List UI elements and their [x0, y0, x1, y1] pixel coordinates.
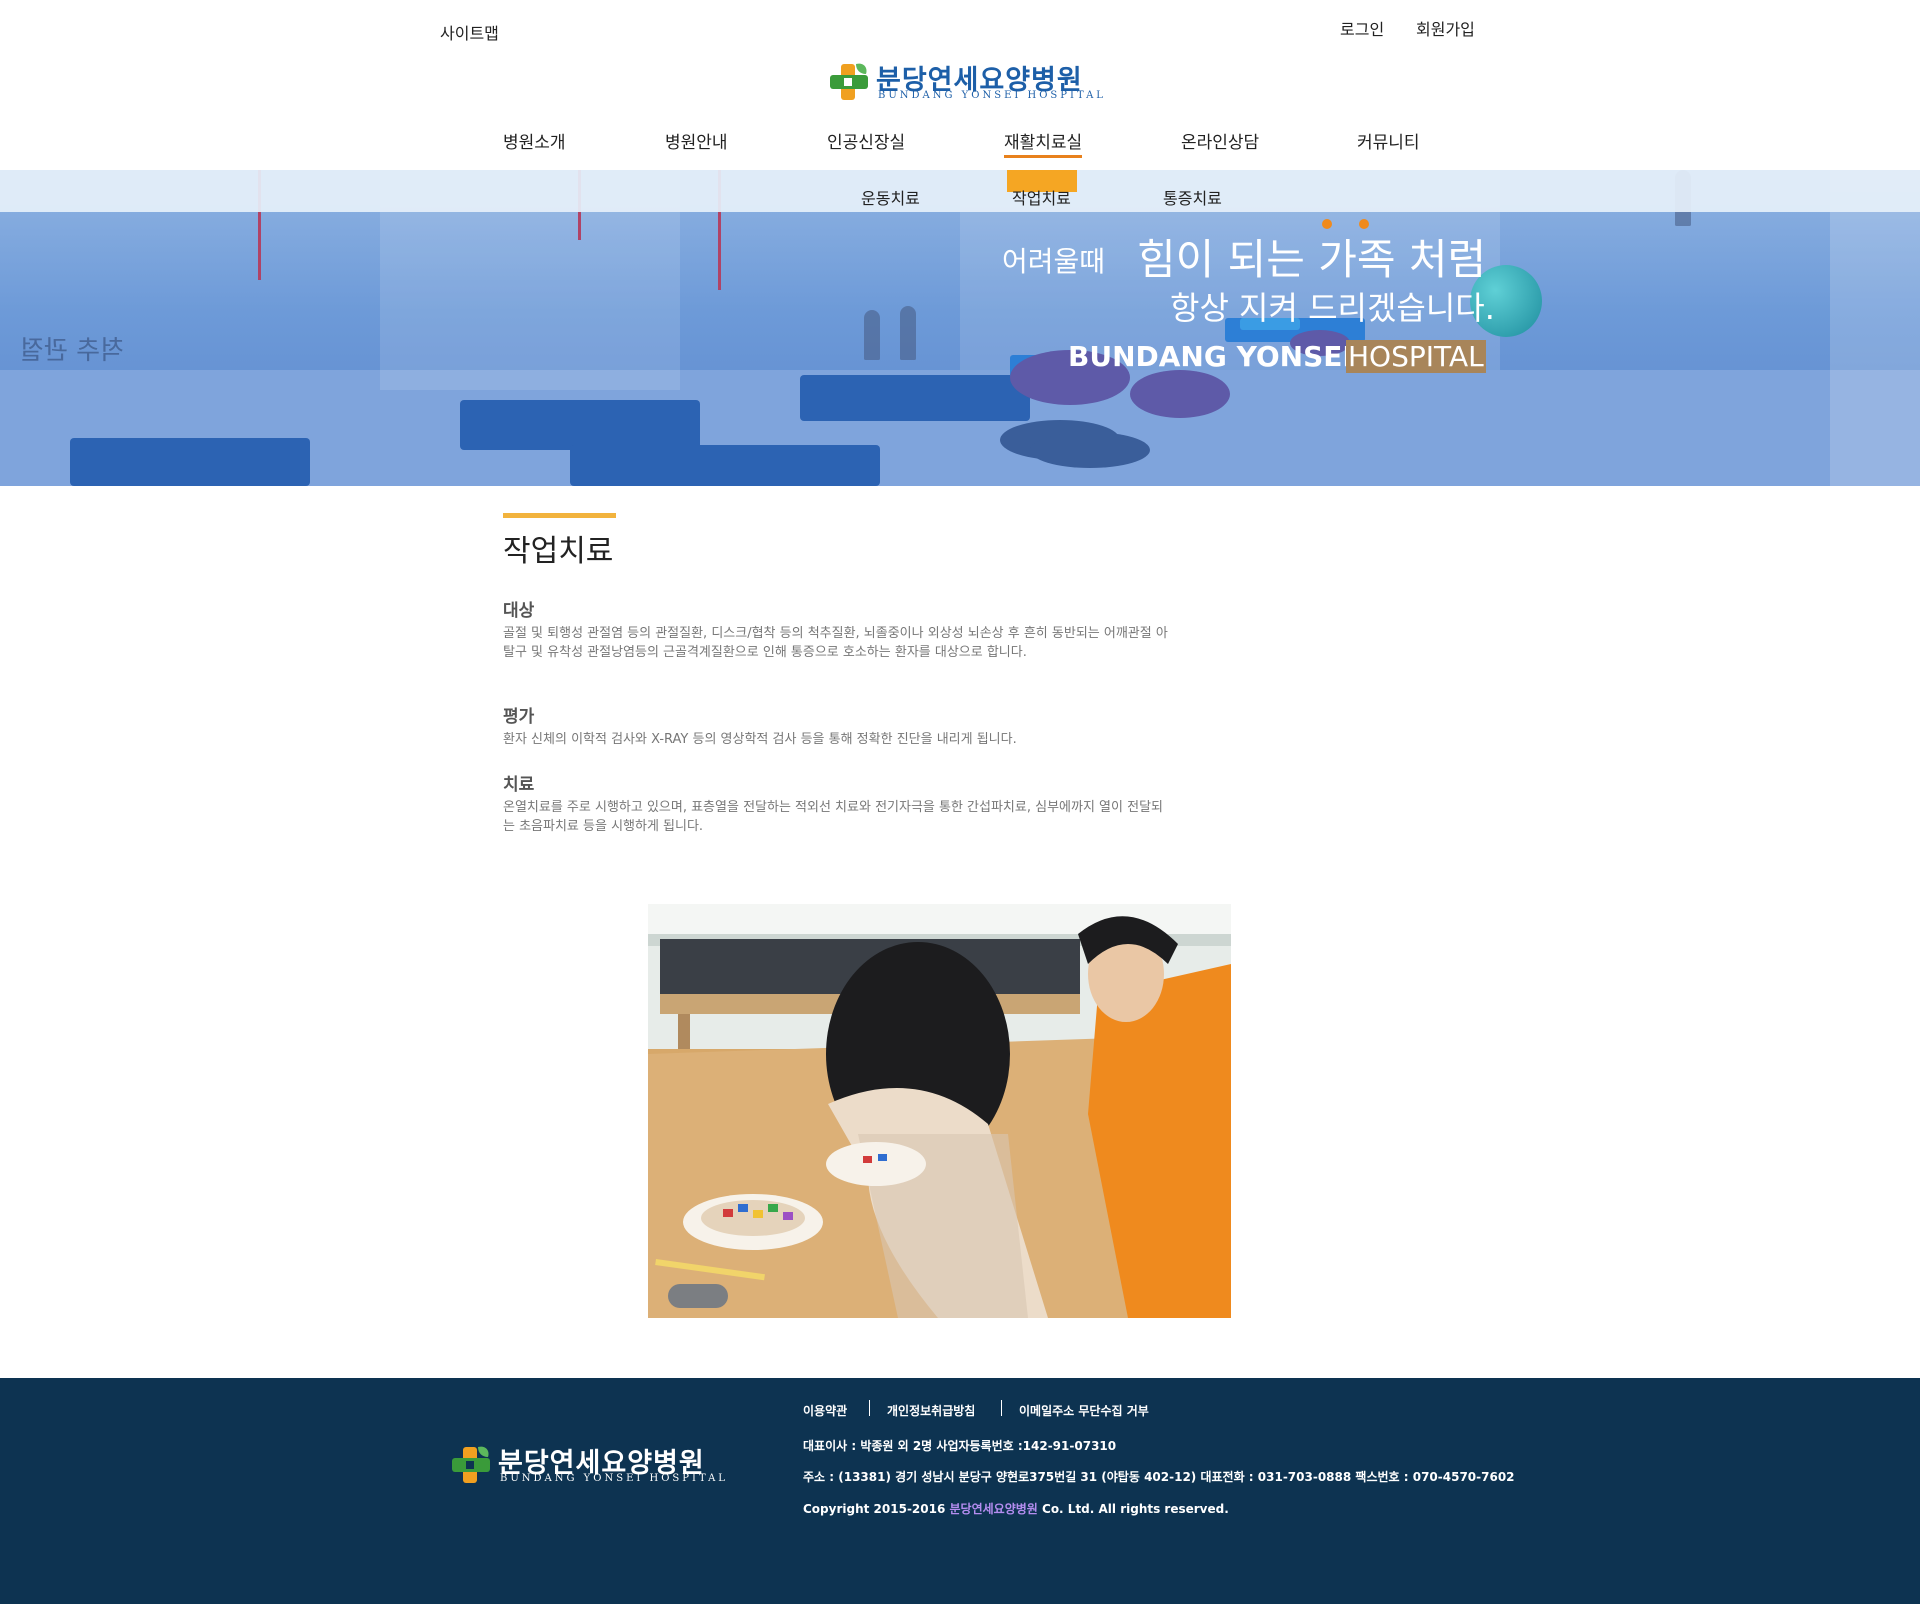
nav-item-about[interactable]: 병원소개 — [503, 128, 566, 153]
copyright-hospital-name: 분당연세요양병원 — [949, 1502, 1038, 1516]
footer-logo-cross-icon — [452, 1446, 490, 1483]
hero-banner: 척추 관절 — [0, 170, 1920, 486]
page-title: 작업치료 — [503, 534, 614, 569]
footer-link-terms[interactable]: 이용약관 — [803, 1402, 847, 1419]
banner-slogan-line2: 항상 지켜 드리겠습니다. — [1170, 289, 1495, 327]
copyright-suffix: Co. Ltd. All rights reserved. — [1037, 1502, 1229, 1516]
logo-cross-icon — [830, 63, 868, 100]
slogan-accent-dot — [1322, 219, 1332, 229]
logo-name-en: BUNDANG YONSEI HOSPITAL — [878, 90, 1106, 101]
footer-copyright: Copyright 2015-2016 분당연세요양병원 Co. Ltd. Al… — [803, 1500, 1229, 1517]
footer-link-email-refusal[interactable]: 이메일주소 무단수집 거부 — [1019, 1402, 1149, 1419]
footer-link-divider — [869, 1400, 870, 1416]
section-heading-target: 대상 — [503, 601, 535, 621]
banner-hospital-name-bold: BUNDANG YONSEI — [1068, 340, 1353, 373]
nav-item-dialysis[interactable]: 인공신장실 — [827, 128, 905, 153]
banner-hospital-name-light: HOSPITAL — [1346, 340, 1486, 373]
footer-logo[interactable]: 분당연세요양병원 BUNDANG YONSEI HOSPITAL — [450, 1441, 725, 1487]
section-heading-evaluation: 평가 — [503, 707, 535, 727]
footer-logo-name-en: BUNDANG YONSEI HOSPITAL — [500, 1473, 728, 1484]
section-text-treatment: 온열치료를 주로 시행하고 있으며, 표층열을 전달하는 적외선 치료와 전기자… — [503, 800, 1163, 834]
signup-link[interactable]: 회원가입 — [1416, 16, 1475, 40]
login-link[interactable]: 로그인 — [1340, 16, 1384, 40]
nav-item-community[interactable]: 커뮤니티 — [1357, 128, 1420, 153]
nav-item-rehab[interactable]: 재활치료실 — [1004, 128, 1083, 158]
sitemap-link[interactable]: 사이트맵 — [440, 20, 499, 44]
banner-wall-text: 척추 관절 — [20, 336, 124, 366]
subnav-item-pain[interactable]: 통증치료 — [1163, 185, 1222, 209]
slogan-accent-dot — [1359, 219, 1369, 229]
section-heading-treatment: 치료 — [503, 775, 535, 795]
section-text-target: 골절 및 퇴행성 관절염 등의 관절질환, 디스크/협착 등의 척추질환, 뇌졸… — [503, 626, 1168, 660]
subnav-bar — [0, 170, 1920, 212]
nav-item-guide[interactable]: 병원안내 — [665, 128, 728, 153]
banner-slogan-small: 어려울때 — [1002, 245, 1106, 278]
site-logo[interactable]: 분당연세요양병원 BUNDANG YONSEI HOSPITAL — [828, 58, 1103, 104]
copyright-prefix: Copyright 2015-2016 — [803, 1502, 950, 1516]
occupational-therapy-photo — [648, 904, 1231, 1318]
footer-ceo-info: 대표이사 : 박종원 외 2명 사업자등록번호 :142-91-07310 — [803, 1439, 1117, 1453]
subnav-item-occupational[interactable]: 작업치료 — [1012, 185, 1071, 209]
nav-item-consult[interactable]: 온라인상담 — [1181, 128, 1259, 153]
subnav-item-exercise[interactable]: 운동치료 — [861, 185, 920, 209]
section-text-evaluation: 환자 신체의 이학적 검사와 X-RAY 등의 영상학적 검사 등을 통해 정확… — [503, 732, 1017, 747]
footer-link-divider — [1001, 1400, 1002, 1416]
footer-link-privacy[interactable]: 개인정보취급방침 — [887, 1402, 975, 1419]
footer-address-info: 주소 : (13381) 경기 성남시 분당구 양현로375번길 31 (야탑동… — [803, 1470, 1515, 1484]
title-accent-bar — [503, 513, 616, 518]
banner-slogan-large: 힘이 되는 가족 처럼 — [1137, 235, 1487, 284]
